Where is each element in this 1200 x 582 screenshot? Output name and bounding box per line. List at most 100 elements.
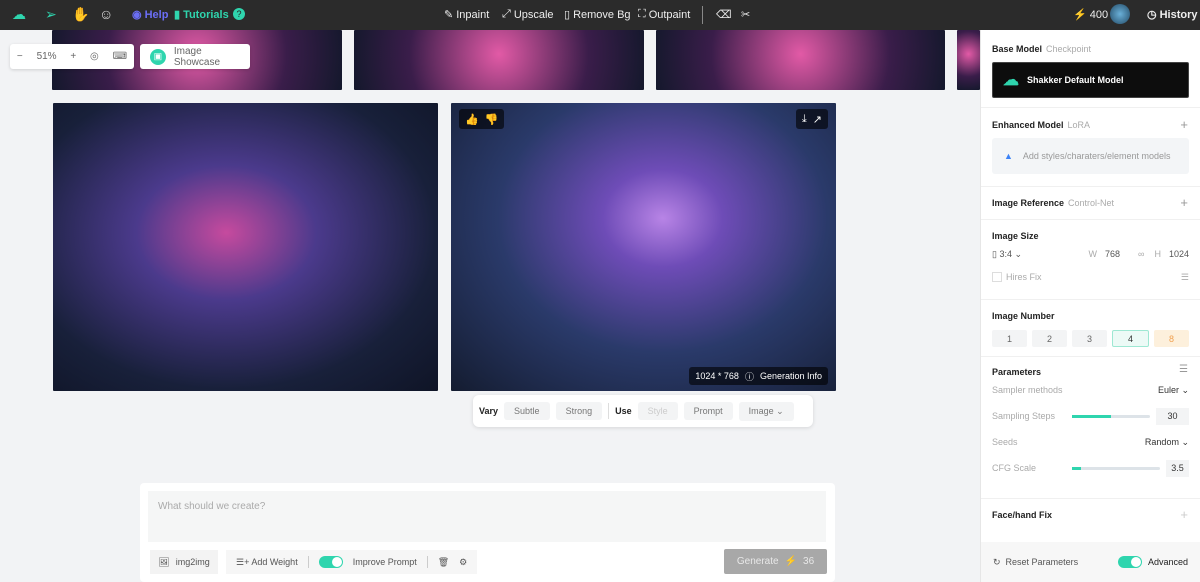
history-button[interactable]: ◷ History [1147,8,1198,22]
generate-button[interactable]: Generate ⚡ 36 [724,549,827,574]
steps-slider[interactable] [1072,414,1150,418]
model-name: Shakker Default Model [1027,75,1124,85]
parameters-section: Parameters ☰ Sampler methods Euler ⌄ Samp… [981,357,1200,499]
hires-checkbox[interactable] [992,272,1002,282]
add-weight-button[interactable]: ☰+ Add Weight [236,557,298,568]
generated-image[interactable] [354,30,644,90]
canvas[interactable]: − 51% + ◎ ⌨ ▣ Image Showcase 👍 👎 ⤓ ↗ 1024 *… [0,30,980,582]
scissors-icon[interactable]: ✂ [741,8,750,21]
add-reference-icon[interactable]: + [1180,195,1188,210]
discord-icon: ◉ [132,9,142,21]
seeds-dropdown[interactable]: Random ⌄ [1145,437,1189,448]
logo-icon[interactable]: ☁ [12,6,26,23]
hires-label: Hires Fix [1006,272,1042,282]
question-icon[interactable]: ? [233,8,245,20]
sampler-dropdown[interactable]: Euler ⌄ [1158,385,1189,396]
section-subtitle: LoRA [1067,120,1091,130]
height-label: H [1154,249,1161,259]
inpaint-button[interactable]: ✎ Inpaint [444,8,489,22]
cfg-slider[interactable] [1072,466,1160,470]
generate-cost: 36 [803,556,815,567]
vary-label: Vary [479,406,499,416]
parameters-settings-icon[interactable]: ☰ [1179,364,1188,375]
image-number-option[interactable]: 3 [1072,330,1107,347]
section-title: Enhanced Model [992,120,1064,130]
base-model-selector[interactable]: ☁ Shakker Default Model [992,62,1189,98]
tutorials-link[interactable]: ▮ Tutorials [174,8,229,22]
img2img-button[interactable]: 🖼 img2img [150,550,218,574]
thumbs-down-icon[interactable]: 👎 [485,113,499,126]
image-number-option[interactable]: 8 [1154,330,1189,347]
image-number-option[interactable]: 1 [992,330,1027,347]
eraser-icon[interactable]: ⌫ [716,8,732,21]
zoom-level: 51% [36,51,57,62]
image-reference-section: Image Reference Control-Net + [981,187,1200,220]
reset-parameters-button[interactable]: ↻ Reset Parameters [993,557,1078,568]
generated-image-selected[interactable]: 👍 👎 ⤓ ↗ 1024 * 768 ⓘ Generation Info [451,103,836,391]
add-weight-label: Add Weight [251,556,298,567]
upscale-icon: ⤢ [502,8,511,20]
trash-icon[interactable]: 🗑 [438,557,449,568]
image-dimensions: 1024 * 768 [695,371,739,381]
generated-image[interactable] [53,103,438,391]
cfg-input[interactable]: 3.5 [1166,459,1189,477]
link-icon[interactable]: ∞ [1138,249,1144,259]
steps-input[interactable]: 30 [1156,407,1189,425]
image-number-option-selected[interactable]: 4 [1112,330,1149,347]
section-title: Image Number [992,311,1055,321]
open-external-icon[interactable]: ↗ [813,113,822,126]
face-fix-section: Face/hand Fix + [981,499,1200,539]
use-prompt-button[interactable]: Prompt [683,402,733,420]
section-title: Base Model Checkpoint [992,44,1092,54]
keyboard-icon[interactable]: ⌨ [113,51,127,62]
enhanced-model-section: Enhanced Model LoRA + ▲ Add styles/charate… [981,108,1200,187]
sliders-icon[interactable]: ☰ [1181,272,1189,283]
hires-row: Hires Fix ☰ [992,267,1189,287]
improve-prompt-toggle[interactable] [318,556,343,568]
image-showcase-button[interactable]: ▣ Image Showcase [140,44,250,69]
avatar[interactable] [1110,4,1130,24]
ratio-dropdown[interactable]: ▯ 3:4 ⌄ [992,249,1022,260]
top-bar: ☁ ➢ ✋ ☺ ◉ Help ▮ Tutorials ? ✎ Inpaint ⤢ Ups… [0,0,1200,30]
prompt-input[interactable]: What should we create? [148,491,826,542]
use-style-button[interactable]: Style [637,402,678,420]
steps-label: Sampling Steps [992,411,1056,421]
advanced-toggle[interactable] [1117,556,1142,568]
vary-strong-button[interactable]: Strong [555,402,603,420]
use-image-dropdown[interactable]: Image ⌄ [738,401,794,421]
add-lora-icon[interactable]: + [1180,117,1188,132]
section-title: Image Reference [992,198,1065,208]
outpaint-button[interactable]: ⛶ Outpaint [638,8,690,21]
section-subtitle: Control-Net [1068,198,1115,208]
history-label: History [1159,8,1198,21]
add-face-fix-icon[interactable]: + [1180,507,1188,522]
upscale-button[interactable]: ⤢ Upscale [502,8,554,21]
generated-image[interactable] [656,30,945,90]
vary-subtle-button[interactable]: Subtle [504,402,550,420]
zoom-in-button[interactable]: + [70,51,76,62]
generated-image[interactable] [957,30,980,90]
generation-info-button[interactable]: Generation Info [760,371,822,381]
width-input[interactable]: 768 [1105,249,1120,259]
cfg-label: CFG Scale [992,463,1037,473]
settings-icon[interactable]: ⚙ [459,557,467,568]
add-lora-box[interactable]: ▲ Add styles/charaters/element models [992,138,1189,174]
download-icon[interactable]: ⤓ [802,113,807,126]
thumbs-up-icon[interactable]: 👍 [465,113,479,126]
outpaint-icon: ⛶ [638,8,646,20]
info-icon: ⓘ [744,371,754,382]
seeds-row: Seeds Random ⌄ [992,429,1189,455]
zoom-control: − 51% + ◎ ⌨ [10,44,134,69]
center-icon[interactable]: ◎ [90,51,99,62]
zoom-out-button[interactable]: − [17,51,23,62]
prompt-panel: What should we create? 🖼 img2img ☰+ Add W… [140,483,835,582]
help-link[interactable]: ◉ Help [132,8,168,22]
remove-bg-button[interactable]: ▯ Remove Bg [564,8,631,22]
height-input[interactable]: 1024 [1169,249,1189,259]
improve-prompt-label: Improve Prompt [352,557,417,567]
select-tool-icon[interactable]: ➢ [45,6,57,23]
image-add-icon[interactable]: ☺ [99,6,113,22]
image-number-option[interactable]: 2 [1032,330,1067,347]
hand-tool-icon[interactable]: ✋ [72,6,89,23]
divider [307,556,309,568]
